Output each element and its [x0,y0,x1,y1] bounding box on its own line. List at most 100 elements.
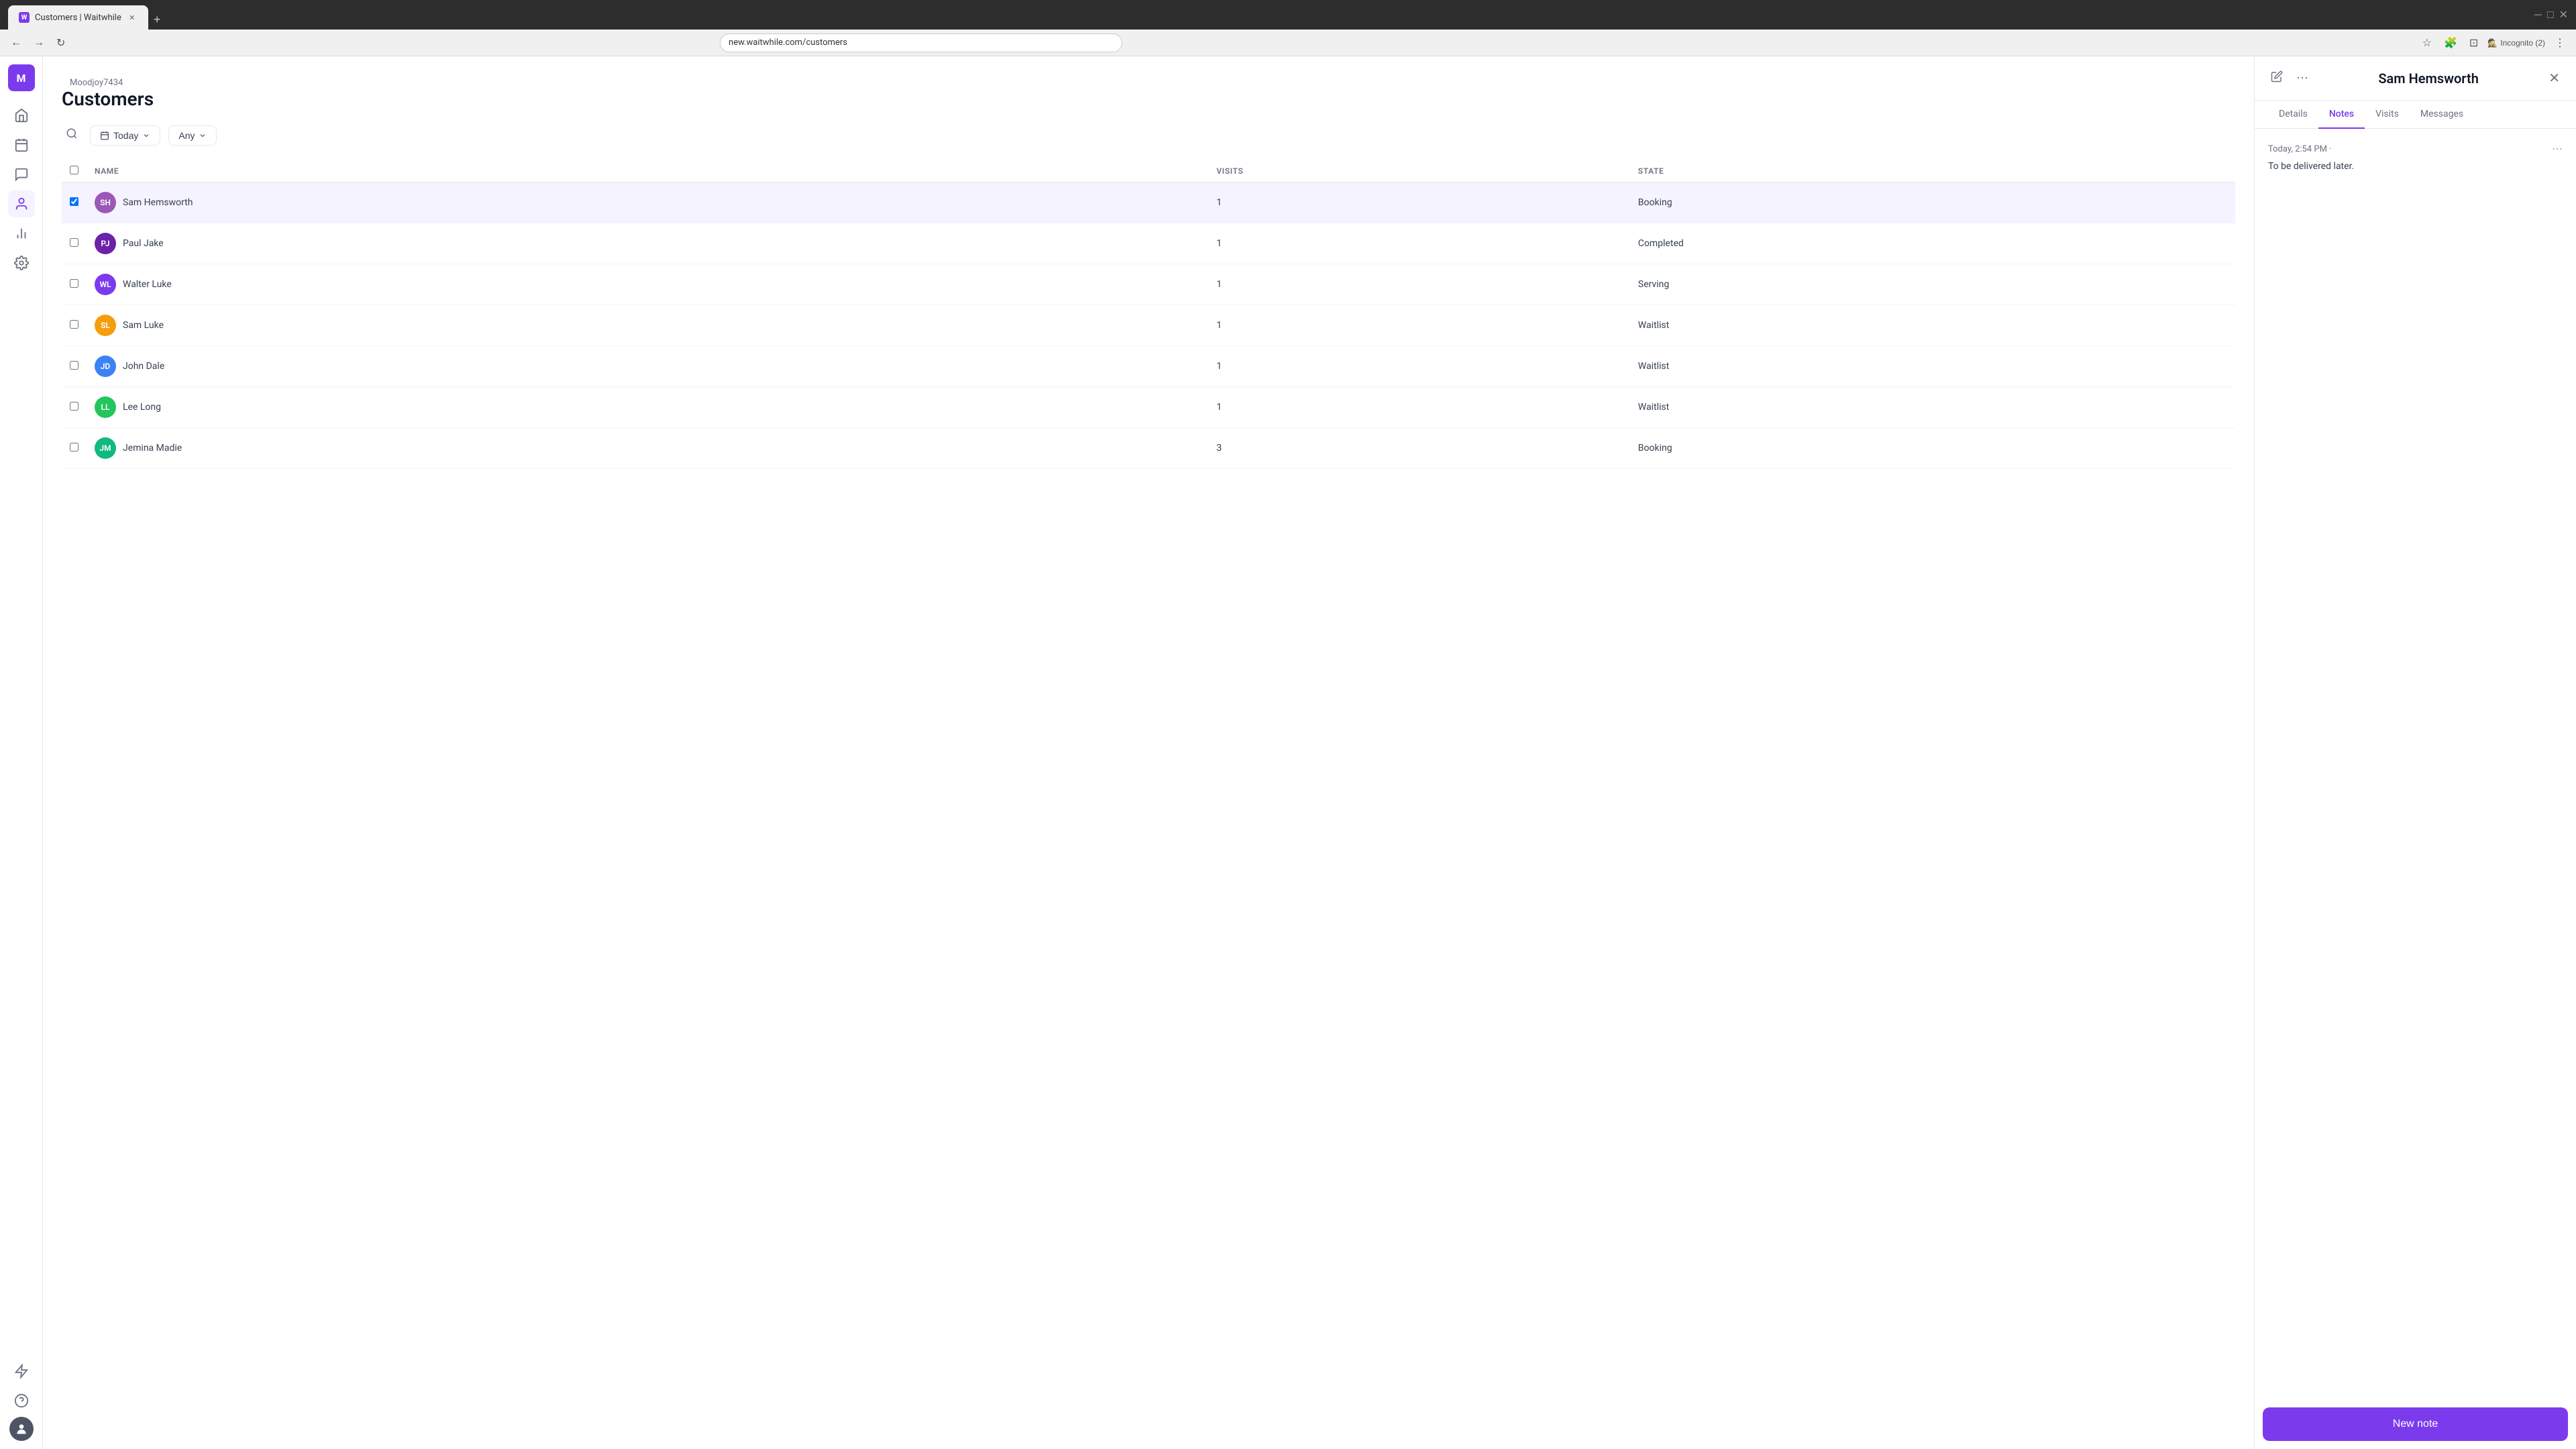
panel-tabs: Details Notes Visits Messages [2255,101,2576,129]
tab-notes[interactable]: Notes [2318,101,2365,129]
page-title: Customers [62,88,2235,110]
row-checkbox[interactable] [70,402,78,411]
workspace-label: Moodjoy7434 [62,72,2235,88]
maximize-button[interactable]: □ [2547,8,2554,21]
reload-button[interactable]: ↻ [54,34,68,52]
row-checkbox[interactable] [70,238,78,247]
customer-name-cell: JD John Dale [95,356,1200,377]
browser-chrome: W Customers | Waitwhile ✕ + ─ □ ✕ [0,0,2576,30]
incognito-button[interactable]: 🕵 Incognito (2) [2487,38,2545,48]
customer-avatar: SH [95,192,116,213]
toolbar: Today Any [62,123,2235,147]
tab-details[interactable]: Details [2268,101,2318,129]
row-name-cell: PJ Paul Jake [87,223,1208,264]
table-row[interactable]: WL Walter Luke 1 Serving [62,264,2235,305]
select-all-checkbox[interactable] [70,166,78,174]
sidebar-item-home[interactable] [8,102,35,129]
sidebar-item-calendar[interactable] [8,131,35,158]
date-filter-label: Today [113,130,138,141]
customer-name: Paul Jake [123,238,164,249]
row-checkbox-cell [62,223,87,264]
row-checkbox[interactable] [70,279,78,288]
row-checkbox[interactable] [70,320,78,329]
col-state-header: STATE [1630,160,2235,182]
col-name-header: NAME [87,160,1208,182]
row-checkbox-cell [62,182,87,223]
table-row[interactable]: LL Lee Long 1 Waitlist [62,387,2235,428]
tab-messages[interactable]: Messages [2410,101,2474,129]
user-avatar[interactable] [9,1417,34,1441]
right-panel: ⋯ Sam Hemsworth ✕ Details Notes Visits M… [2254,56,2576,1449]
customer-avatar: LL [95,396,116,418]
table-row[interactable]: JM Jemina Madie 3 Booking [62,428,2235,469]
browser-icons: ☆ 🧩 ⊡ 🕵 Incognito (2) ⋮ [2420,34,2568,52]
date-filter-button[interactable]: Today [90,125,160,146]
row-state-cell: Booking [1630,182,2235,223]
table-row[interactable]: JD John Dale 1 Waitlist [62,346,2235,387]
sidebar: M [0,56,43,1449]
row-checkbox[interactable] [70,197,78,206]
app-container: M [0,56,2576,1449]
new-tab-button[interactable]: + [148,13,166,27]
minimize-button[interactable]: ─ [2534,8,2542,21]
tab-favicon: W [19,12,30,23]
customer-name: Jemina Madie [123,443,182,453]
sidebar-item-help[interactable] [8,1387,35,1414]
customer-name-cell: SL Sam Luke [95,315,1200,336]
row-visits-cell: 1 [1208,264,1629,305]
workspace-avatar-letter: M [16,72,25,85]
sidebar-item-messages[interactable] [8,161,35,188]
table-row[interactable]: SH Sam Hemsworth 1 Booking [62,182,2235,223]
row-name-cell: WL Walter Luke [87,264,1208,305]
any-filter-button[interactable]: Any [168,125,217,146]
customer-avatar: SL [95,315,116,336]
tab-close-button[interactable]: ✕ [127,12,138,23]
table-body: SH Sam Hemsworth 1 Booking PJ Paul Jake … [62,182,2235,469]
customer-name-cell: SH Sam Hemsworth [95,192,1200,213]
tab-visits[interactable]: Visits [2365,101,2410,129]
address-bar-row: ← → ↻ new.waitwhile.com/customers ☆ 🧩 ⊡ … [0,30,2576,56]
sidebar-item-analytics[interactable] [8,220,35,247]
split-view-button[interactable]: ⊡ [2467,34,2481,52]
workspace-avatar[interactable]: M [8,64,35,91]
forward-button[interactable]: → [31,34,47,52]
address-bar[interactable]: new.waitwhile.com/customers [720,34,1122,52]
window-controls: ─ □ ✕ [2534,8,2568,21]
customer-name: John Dale [123,361,164,372]
customer-avatar: JD [95,356,116,377]
row-state-cell: Booking [1630,428,2235,469]
note-menu-button[interactable]: ⋯ [2552,142,2563,156]
table-row[interactable]: PJ Paul Jake 1 Completed [62,223,2235,264]
row-checkbox[interactable] [70,443,78,451]
panel-close-button[interactable]: ✕ [2546,67,2563,89]
tab-title: Customers | Waitwhile [35,13,121,23]
customer-name: Sam Luke [123,320,164,331]
bookmark-button[interactable]: ☆ [2420,34,2434,52]
customer-name-cell: JM Jemina Madie [95,437,1200,459]
table-row[interactable]: SL Sam Luke 1 Waitlist [62,305,2235,346]
row-name-cell: SL Sam Luke [87,305,1208,346]
row-visits-cell: 1 [1208,223,1629,264]
active-tab[interactable]: W Customers | Waitwhile ✕ [8,5,148,30]
back-button[interactable]: ← [8,34,24,52]
browser-tabs: W Customers | Waitwhile ✕ + [8,0,166,30]
row-name-cell: JD John Dale [87,346,1208,387]
row-checkbox[interactable] [70,361,78,370]
sidebar-item-lightning[interactable] [8,1358,35,1385]
search-button[interactable] [62,123,82,147]
col-checkbox [62,160,87,182]
customer-name: Walter Luke [123,279,172,290]
sidebar-item-customers[interactable] [8,191,35,217]
row-visits-cell: 1 [1208,346,1629,387]
edit-button[interactable] [2268,68,2286,89]
close-window-button[interactable]: ✕ [2559,8,2568,21]
note-header: Today, 2:54 PM · ⋯ [2268,142,2563,156]
row-checkbox-cell [62,305,87,346]
extension-button[interactable]: 🧩 [2441,34,2460,52]
note-item: Today, 2:54 PM · ⋯ To be delivered later… [2268,142,2563,174]
menu-button[interactable]: ⋮ [2552,34,2568,52]
new-note-button[interactable]: New note [2263,1407,2568,1441]
row-name-cell: JM Jemina Madie [87,428,1208,469]
more-options-button[interactable]: ⋯ [2294,68,2311,88]
sidebar-item-settings[interactable] [8,250,35,276]
